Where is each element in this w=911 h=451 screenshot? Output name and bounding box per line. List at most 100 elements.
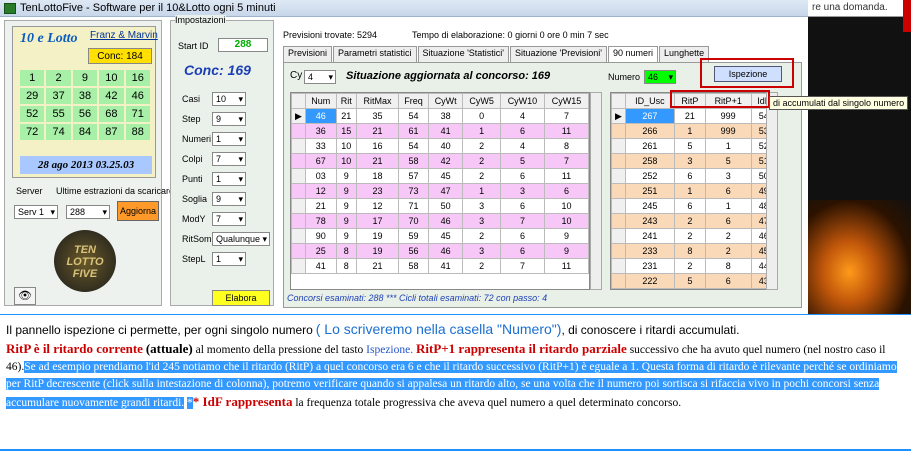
field-label-ritsom: RitSom — [182, 234, 212, 244]
table-row[interactable]: 222 5 6 43 — [611, 273, 777, 289]
field-select-step[interactable]: 9 — [212, 112, 246, 126]
table-cell: 9 — [335, 183, 357, 199]
table-cell: 5 — [673, 138, 706, 154]
row-indicator — [291, 138, 306, 154]
table-cell: 5 — [704, 153, 752, 169]
tab-1[interactable]: Parametri statistici — [333, 46, 417, 62]
table-cell: 40 — [427, 138, 464, 154]
table-row[interactable]: 258 3 5 51 — [611, 153, 777, 169]
column-header[interactable]: CyW5 — [462, 93, 501, 109]
intro-text: Il pannello ispezione ci permette, per o… — [6, 323, 313, 337]
numbers-table-scrollbar[interactable] — [590, 92, 602, 290]
table-cell: 9 — [335, 228, 357, 244]
table-row[interactable]: 90 9 19 59 45 2 6 9 — [291, 228, 589, 244]
table-row[interactable]: 266 1 999 53 — [611, 123, 777, 139]
table-row[interactable]: ▶ 46 21 35 54 38 0 4 7 — [291, 108, 589, 124]
numero-select[interactable]: 46 — [644, 70, 676, 84]
table-row[interactable]: 25 8 19 56 46 3 6 9 — [291, 243, 589, 259]
lotto-number: 68 — [99, 106, 124, 122]
row-indicator — [611, 243, 626, 259]
row-indicator — [611, 273, 626, 289]
table-cell: 59 — [398, 228, 429, 244]
ispezione-button[interactable]: Ispezione — [714, 66, 782, 82]
table-cell: 6 — [704, 273, 752, 289]
aggiorna-button[interactable]: Aggiorna — [117, 201, 159, 221]
table-cell: 3 — [462, 213, 501, 229]
tab-4[interactable]: 90 numeri — [608, 46, 659, 63]
start-id-value[interactable]: 288 — [218, 38, 268, 52]
lotto-number: 72 — [20, 124, 45, 140]
column-header[interactable]: Rit — [335, 93, 357, 109]
field-select-punti[interactable]: 1 — [212, 172, 246, 186]
search-question[interactable]: re una domanda. — [808, 0, 911, 17]
ispezione-table-scrollbar[interactable] — [766, 92, 778, 290]
server-select[interactable]: Serv 1 — [14, 205, 58, 219]
column-header[interactable]: Num — [305, 93, 337, 109]
column-header[interactable]: CyWt — [427, 93, 464, 109]
cy-select[interactable]: 4 — [304, 70, 336, 84]
eye-icon[interactable]: 👁 — [14, 287, 36, 305]
field-select-colpi[interactable]: 7 — [212, 152, 246, 166]
table-row[interactable]: 243 2 6 47 — [611, 213, 777, 229]
table-cell: 35 — [355, 108, 400, 124]
table-row[interactable]: 12 9 23 73 47 1 3 6 — [291, 183, 589, 199]
table-row[interactable]: 03 9 18 57 45 2 6 11 — [291, 168, 589, 184]
table-cell: 03 — [305, 168, 337, 184]
field-select-numeri[interactable]: 1 — [212, 132, 246, 146]
authors-link[interactable]: Franz & Marvin — [90, 30, 158, 41]
row-indicator — [291, 243, 306, 259]
numbers-table[interactable]: Num Rit RitMax Freq CyWt CyW5 CyW10 CyW15 ▶ 46 21 3… — [290, 92, 590, 290]
table-row[interactable]: 241 2 2 46 — [611, 228, 777, 244]
row-indicator — [291, 168, 306, 184]
field-label-soglia: Soglia — [182, 194, 208, 204]
field-select-ritsom[interactable]: Qualunque — [212, 232, 270, 246]
field-label-numeri: Numeri — [182, 134, 212, 144]
table-row[interactable]: 251 1 6 49 — [611, 183, 777, 199]
tab-0[interactable]: Previsioni — [283, 46, 333, 62]
ispezione-table[interactable]: ID_Usc RitP RitP+1 IdF ▶ 267 21 999 54 266 1 999 53 2… — [610, 92, 778, 290]
table-row[interactable]: ▶ 267 21 999 54 — [611, 108, 777, 124]
column-header[interactable]: RitMax — [355, 93, 400, 109]
table-cell: 41 — [427, 123, 464, 139]
table-row[interactable]: 245 6 1 48 — [611, 198, 777, 214]
concorsi-status: Concorsi esaminati: 288 *** Cicli totali… — [287, 293, 548, 303]
table-row[interactable]: 78 9 17 70 46 3 7 10 — [291, 213, 589, 229]
field-select-stepl[interactable]: 1 — [212, 252, 246, 266]
table-row[interactable]: 233 8 2 45 — [611, 243, 777, 259]
field-select-soglia[interactable]: 9 — [212, 192, 246, 206]
column-header[interactable]: Freq — [398, 93, 429, 109]
table-row[interactable]: 252 6 3 50 — [611, 168, 777, 184]
table-cell: 7 — [543, 108, 589, 124]
table-row[interactable]: 261 5 1 52 — [611, 138, 777, 154]
table-row[interactable]: 41 8 21 58 41 2 7 11 — [291, 258, 589, 274]
table-row[interactable]: 36 15 21 61 41 1 6 11 — [291, 123, 589, 139]
row-indicator — [291, 198, 306, 214]
table-row[interactable]: 231 2 8 44 — [611, 258, 777, 274]
field-select-casi[interactable]: 10 — [212, 92, 246, 106]
table-cell: 21 — [355, 258, 400, 274]
table-cell: 2 — [673, 258, 706, 274]
table-cell: 5 — [673, 273, 706, 289]
elabora-button[interactable]: Elabora — [212, 290, 270, 306]
lotto-number: 2 — [46, 70, 71, 86]
lotto-number: 42 — [99, 88, 124, 104]
table-row[interactable]: 67 10 21 58 42 2 5 7 — [291, 153, 589, 169]
table-cell: 12 — [305, 183, 337, 199]
table-cell: 1 — [704, 198, 752, 214]
column-header[interactable]: CyW10 — [499, 93, 545, 109]
lotto-number: 10 — [99, 70, 124, 86]
tab-3[interactable]: Situazione 'Previsioni' — [510, 46, 608, 62]
table-cell: 8 — [335, 243, 357, 259]
table-row[interactable]: 21 9 12 71 50 3 6 10 — [291, 198, 589, 214]
table-cell: 21 — [355, 123, 400, 139]
table-cell: 19 — [355, 243, 400, 259]
count-select[interactable]: 288 — [66, 205, 110, 219]
tab-2[interactable]: Situazione 'Statistici' — [417, 46, 510, 62]
table-row[interactable]: 33 10 16 54 40 2 4 8 — [291, 138, 589, 154]
ritp1-definition: RitP+1 rappresenta il ritardo parziale — [416, 341, 627, 356]
table-cell: 42 — [427, 153, 464, 169]
field-select-mody[interactable]: 7 — [212, 212, 246, 226]
column-header[interactable]: CyW15 — [543, 93, 589, 109]
table-cell: 3 — [499, 183, 545, 199]
column-header[interactable]: ID_Usc — [625, 93, 675, 109]
